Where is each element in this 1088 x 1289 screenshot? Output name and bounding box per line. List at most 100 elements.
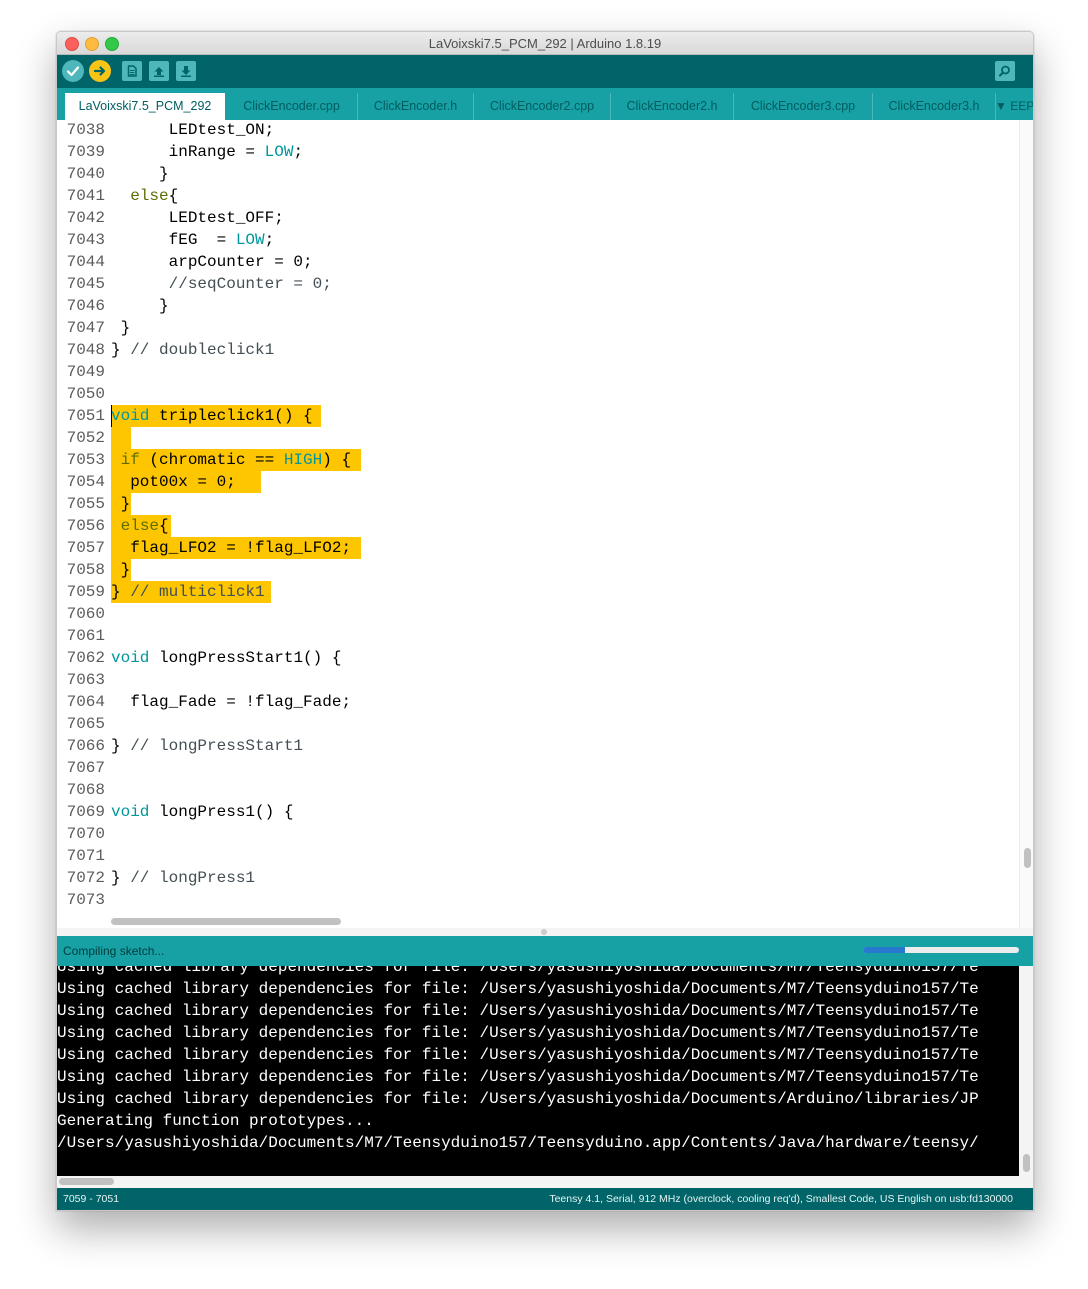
code-line[interactable]: flag_Fade = !flag_Fade; [111,691,351,713]
verify-button[interactable] [62,60,84,82]
editor-horizontal-scrollbar[interactable] [111,916,1017,928]
line-number: 7041 [66,187,105,205]
board-config: Teensy 4.1, Serial, 912 MHz (overclock, … [549,1193,1013,1205]
tab-clickencoder3-h[interactable]: ClickEncoder3.h [873,93,996,120]
line-number: 7039 [66,143,105,161]
upload-button[interactable] [89,60,111,82]
panel-divider[interactable] [57,928,1033,936]
code-line[interactable]: else{ [111,515,169,537]
progress-fill [863,947,906,953]
magnifier-icon [998,65,1010,77]
console-horizontal-scrollbar[interactable] [57,1176,1033,1188]
console-output[interactable]: Using cached library dependencies for fi… [57,966,1033,1176]
console-line: Using cached library dependencies for fi… [57,1090,979,1108]
scroll-thumb[interactable] [111,918,341,925]
line-number: 7055 [66,495,105,513]
editor-vertical-scrollbar[interactable] [1019,120,1033,928]
tab-clickencoder2-cpp[interactable]: ClickEncoder2.cpp [474,93,611,120]
board-info-bar: 7059 - 7051 Teensy 4.1, Serial, 912 MHz … [57,1188,1033,1210]
code-line[interactable]: flag_LFO2 = !flag_LFO2; [111,537,351,559]
toolbar [57,55,1033,88]
line-number: 7071 [66,847,105,865]
divider-handle[interactable] [541,929,547,935]
line-number: 7065 [66,715,105,733]
console-line: Using cached library dependencies for fi… [57,1068,979,1086]
line-number: 7068 [66,781,105,799]
scroll-thumb[interactable] [59,1178,114,1185]
code-line[interactable]: if (chromatic == HIGH) { [111,449,351,471]
code-line[interactable]: inRange = LOW; [111,141,303,163]
scroll-thumb[interactable] [1023,1154,1030,1172]
tab-clickencoder-h[interactable]: ClickEncoder.h [358,93,474,120]
status-bar: Compiling sketch... [57,936,1033,966]
line-number: 7046 [66,297,105,315]
code-area[interactable]: LEDtest_ON; inRange = LOW; } else{ LEDte… [111,120,1017,928]
code-line[interactable]: } // longPressStart1 [111,735,303,757]
code-line[interactable]: fEG = LOW; [111,229,275,251]
code-line[interactable]: } [111,559,131,581]
selection-highlight [111,427,131,449]
line-number: 7061 [66,627,105,645]
code-line[interactable]: } [111,493,131,515]
line-number: 7044 [66,253,105,271]
save-sketch-button[interactable] [176,61,196,81]
scroll-thumb[interactable] [1024,848,1031,868]
line-number: 7063 [66,671,105,689]
code-line[interactable]: LEDtest_OFF; [111,207,284,229]
code-editor[interactable]: 7038 7039 7040 7041 7042 7043 7044 7045 7046 7047… [57,120,1033,928]
arrow-down-icon [181,66,191,77]
text-caret [111,405,112,427]
code-line[interactable]: } [111,317,131,339]
selection-range: 7059 - 7051 [63,1193,120,1205]
code-line[interactable]: } [111,163,169,185]
status-message: Compiling sketch... [63,944,165,958]
code-line[interactable]: } // multiclick1 [111,581,265,603]
line-number: 7053 [66,451,105,469]
line-number-gutter: 7038 7039 7040 7041 7042 7043 7044 7045 7046 7047… [57,120,109,928]
code-line[interactable]: else{ [111,185,178,207]
code-line[interactable]: arpCounter = 0; [111,251,313,273]
new-sketch-button[interactable] [122,61,142,81]
console-line: Using cached library dependencies for fi… [57,1002,979,1020]
line-number: 7057 [66,539,105,557]
arrow-up-icon [154,67,164,77]
triangle-down-icon: ▼ [995,99,1007,113]
tab-clickencoder2-h[interactable]: ClickEncoder2.h [611,93,734,120]
tab-eeprom[interactable]: EEPI [1010,99,1033,113]
code-line[interactable]: void longPress1() { [111,801,293,823]
code-line[interactable]: } // longPress1 [111,867,255,889]
line-number: 7051 [66,407,105,425]
console-line: Using cached library dependencies for fi… [57,966,979,976]
serial-monitor-button[interactable] [995,61,1015,81]
arrow-right-icon [93,66,106,76]
code-line[interactable]: } [111,295,169,317]
line-number: 7054 [66,473,105,491]
line-number: 7059 [66,583,105,601]
tab-clickencoder3-cpp[interactable]: ClickEncoder3.cpp [734,93,873,120]
code-line[interactable]: } // doubleclick1 [111,339,274,361]
line-number: 7043 [66,231,105,249]
console-vertical-scrollbar[interactable] [1019,966,1033,1176]
new-file-icon [127,65,137,77]
line-number: 7056 [66,517,105,535]
code-line[interactable]: pot00x = 0; [111,471,255,493]
code-line[interactable]: void tripleclick1() { [111,405,313,427]
code-line[interactable]: //seqCounter = 0; [111,273,332,295]
line-number: 7072 [66,869,105,887]
window-title: LaVoixski7.5_PCM_292 | Arduino 1.8.19 [428,36,662,51]
line-number: 7045 [66,275,105,293]
code-line[interactable]: LEDtest_ON; [111,119,275,141]
tabs-overflow-menu[interactable]: ▼ EEPI [995,93,1033,120]
tab-clickencoder-cpp[interactable]: ClickEncoder.cpp [226,93,358,120]
title-bar: LaVoixski7.5_PCM_292 | Arduino 1.8.19 [57,32,1033,55]
code-line[interactable]: void longPressStart1() { [111,647,341,669]
line-number: 7058 [66,561,105,579]
line-number: 7069 [66,803,105,821]
line-number: 7042 [66,209,105,227]
line-number: 7066 [66,737,105,755]
tab-main-sketch[interactable]: LaVoixski7.5_PCM_292 [65,93,225,120]
open-sketch-button[interactable] [149,61,169,81]
line-number: 7067 [66,759,105,777]
line-number: 7048 [66,341,105,359]
console-line: Using cached library dependencies for fi… [57,1024,979,1042]
